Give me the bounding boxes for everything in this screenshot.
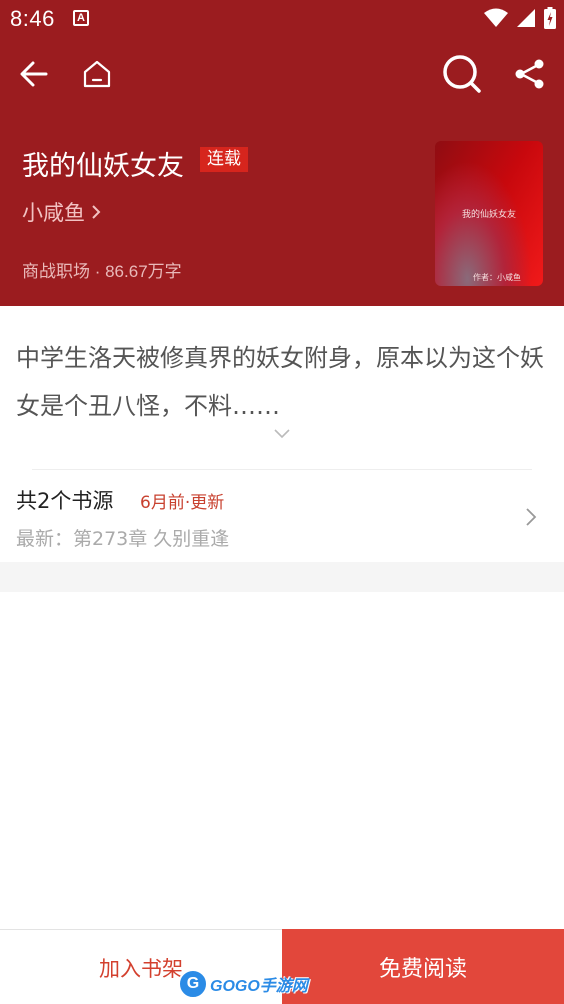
- share-icon: [515, 59, 544, 89]
- watermark-text: GOGO手游网: [210, 978, 308, 995]
- wifi-icon: [484, 8, 508, 27]
- book-cover[interactable]: 我的仙妖女友 作者：小咸鱼: [435, 141, 543, 286]
- book-title: 我的仙妖女友: [22, 151, 184, 182]
- cover-title: 我的仙妖女友: [461, 210, 516, 220]
- watermark: G GOGO手游网: [178, 966, 308, 1002]
- book-meta: 商战职场 · 86.67万字: [22, 262, 182, 281]
- search-button[interactable]: [440, 52, 484, 96]
- chevron-down-icon: [274, 429, 290, 439]
- cover-author: 作者：小咸鱼: [473, 273, 521, 282]
- back-button[interactable]: [12, 52, 56, 96]
- battery-icon: [544, 7, 556, 29]
- latest-chapter: 最新：第273章 久别重逢: [16, 528, 230, 550]
- author-link[interactable]: 小咸鱼: [22, 198, 101, 226]
- book-intro: 中学生洛天被修真界的妖女附身，原本以为这个妖女是个丑八怪，不料……: [16, 344, 544, 420]
- status-time: 8:46: [10, 6, 55, 31]
- read-free-button[interactable]: 免费阅读: [282, 929, 564, 1004]
- status-bar: 8:46 A: [0, 0, 564, 36]
- expand-intro-button[interactable]: [270, 424, 294, 444]
- home-icon: [83, 60, 111, 88]
- share-button[interactable]: [508, 52, 552, 96]
- sources-update-time: 6月前·更新: [140, 493, 225, 513]
- chevron-right-icon: [92, 205, 101, 219]
- search-icon: [443, 55, 481, 93]
- chevron-right-icon: [526, 508, 537, 526]
- home-button[interactable]: [75, 52, 119, 96]
- watermark-logo: G: [178, 969, 208, 999]
- book-sources-row[interactable]: 共2个书源 6月前·更新 最新：第273章 久别重逢: [0, 470, 564, 562]
- arrow-left-icon: [20, 61, 48, 87]
- book-header: 8:46 A 我的仙妖女友 连载 小咸鱼 商战职场 · 86.67万字 我的仙妖…: [0, 0, 564, 306]
- book-detail-page: 8:46 A 我的仙妖女友 连载 小咸鱼 商战职场 · 86.67万字 我的仙妖…: [0, 0, 564, 1004]
- status-icons: [484, 7, 556, 29]
- author-name: 小咸鱼: [22, 201, 85, 225]
- section-gap: [0, 562, 564, 592]
- status-badge: 连载: [200, 147, 248, 172]
- sources-count: 共2个书源: [16, 489, 114, 513]
- notification-icon: A: [73, 10, 89, 26]
- signal-icon: [517, 9, 535, 27]
